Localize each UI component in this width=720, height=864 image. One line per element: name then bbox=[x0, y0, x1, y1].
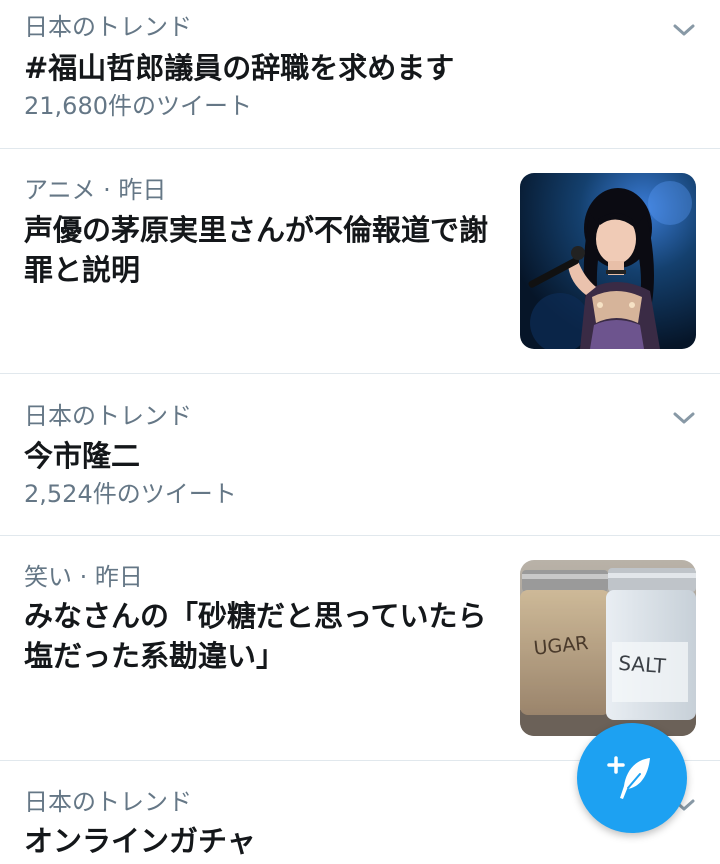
trend-title: 声優の茅原実里さんが不倫報道で謝罪と説明 bbox=[24, 213, 489, 287]
trend-tweet-count: 2,524件のツイート bbox=[24, 480, 237, 508]
trend-item[interactable]: 日本のトレンド #福山哲郎議員の辞職を求めます 21,680件のツイート bbox=[0, 0, 720, 149]
trend-thumbnail[interactable]: UGAR SALT bbox=[520, 560, 696, 736]
trend-item[interactable]: 日本のトレンド 今市隆二 2,524件のツイート bbox=[0, 374, 720, 536]
trend-thumbnail[interactable] bbox=[520, 173, 696, 349]
trend-context: 笑い · 昨日 bbox=[24, 563, 143, 591]
trend-title: 今市隆二 bbox=[24, 439, 141, 473]
trend-context: 日本のトレンド bbox=[24, 788, 192, 816]
trend-context: 日本のトレンド bbox=[24, 13, 192, 41]
trend-tweet-count: 21,680件のツイート bbox=[24, 92, 252, 120]
trend-title: #福山哲郎議員の辞職を求めます bbox=[24, 51, 455, 85]
trend-context: 日本のトレンド bbox=[24, 402, 192, 430]
compose-tweet-button[interactable] bbox=[577, 723, 687, 833]
sugar-salt-jars-photo: UGAR SALT bbox=[520, 560, 696, 736]
chevron-down-icon[interactable] bbox=[670, 408, 698, 428]
compose-tweet-icon bbox=[607, 756, 650, 799]
trend-item[interactable]: アニメ · 昨日 声優の茅原実里さんが不倫報道で謝罪と説明 bbox=[0, 149, 720, 374]
trend-title: オンラインガチャ bbox=[24, 824, 256, 858]
trend-context: アニメ · 昨日 bbox=[24, 176, 167, 204]
concert-singer-photo bbox=[520, 173, 696, 349]
chevron-down-icon[interactable] bbox=[670, 20, 698, 40]
trend-title: みなさんの「砂糖だと思っていたら塩だった系勘違い」 bbox=[24, 599, 487, 673]
trends-feed: 日本のトレンド #福山哲郎議員の辞職を求めます 21,680件のツイート アニメ… bbox=[0, 0, 720, 864]
salt-label: SALT bbox=[618, 651, 668, 678]
